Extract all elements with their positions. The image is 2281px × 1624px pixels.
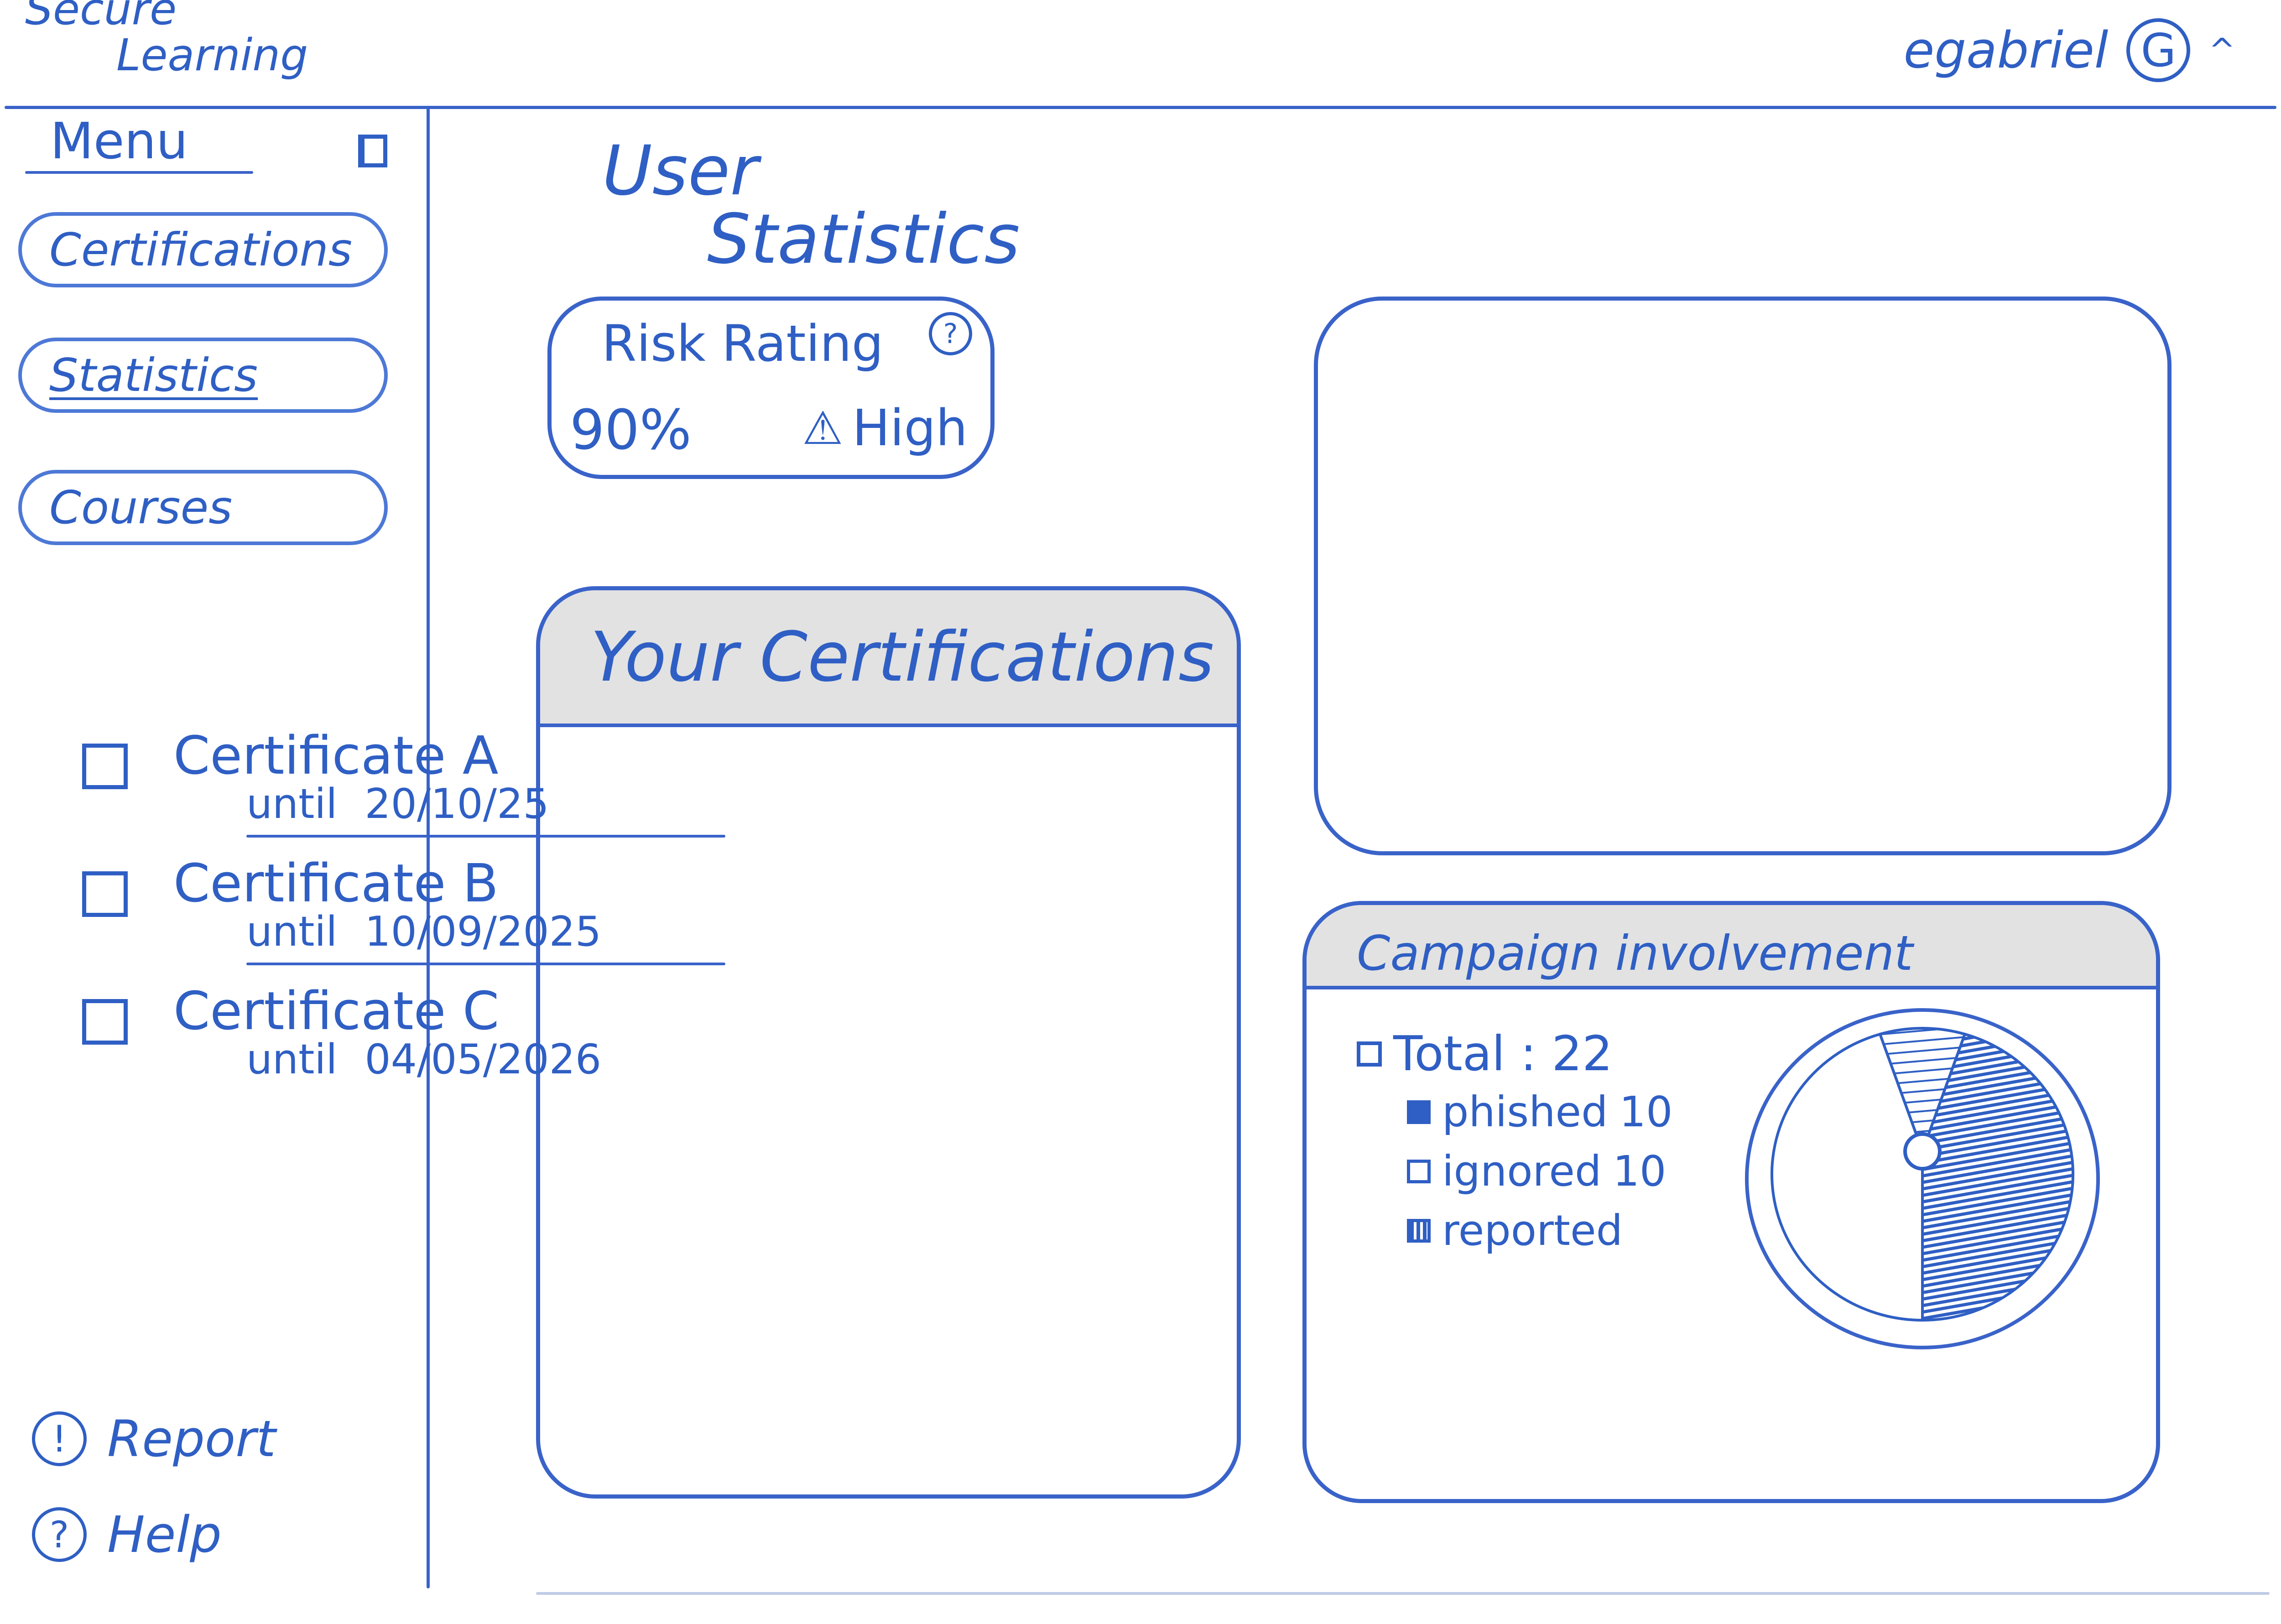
warning-icon: ⚠ bbox=[802, 401, 844, 455]
chevron-up-icon[interactable]: ^ bbox=[2208, 31, 2235, 69]
campaign-total: Total : 22 bbox=[1357, 1026, 1613, 1082]
page-title-line-2: Statistics bbox=[707, 200, 1020, 279]
risk-rating-value: 90% bbox=[570, 399, 692, 462]
help-icon[interactable]: ? bbox=[929, 312, 972, 355]
sidebar-item-label: Courses bbox=[49, 481, 233, 534]
help-label: Help bbox=[107, 1505, 222, 1564]
help-icon: ? bbox=[32, 1507, 87, 1562]
sidebar-item-courses[interactable]: Courses bbox=[18, 470, 388, 545]
sidebar-divider bbox=[427, 106, 430, 1588]
footer-divider bbox=[536, 1592, 2270, 1595]
certificate-date: 20/10/25 bbox=[365, 780, 549, 828]
legend-value: 10 bbox=[1613, 1147, 1666, 1196]
certifications-card-title: Your Certifications bbox=[590, 618, 1214, 697]
menu-collapse-icon[interactable] bbox=[358, 135, 387, 167]
certificate-checkbox[interactable] bbox=[82, 871, 128, 917]
certificate-validity: until 10/09/2025 bbox=[246, 908, 601, 956]
legend-item-ignored: ignored 10 bbox=[1407, 1147, 1666, 1196]
certificate-checkbox[interactable] bbox=[82, 744, 128, 789]
certificate-name: Certificate C bbox=[173, 981, 500, 1042]
pie-center bbox=[1903, 1132, 1942, 1171]
menu-title-underline bbox=[25, 171, 253, 174]
user-menu[interactable]: egabriel G ^ bbox=[1904, 18, 2235, 82]
certificate-validity: until 04/05/2026 bbox=[246, 1036, 601, 1083]
header-divider bbox=[5, 106, 2276, 109]
certificate-name: Certificate A bbox=[173, 725, 499, 786]
legend-label: phished bbox=[1442, 1088, 1608, 1136]
certificate-date: 04/05/2026 bbox=[365, 1036, 602, 1083]
legend-item-phished: phished 10 bbox=[1407, 1088, 1673, 1136]
until-label: until bbox=[246, 1036, 338, 1083]
legend-swatch bbox=[1407, 1100, 1431, 1124]
sidebar-item-label: Certifications bbox=[49, 223, 352, 276]
sidebar-item-statistics[interactable]: Statistics bbox=[18, 338, 388, 413]
certificate-divider bbox=[246, 835, 725, 838]
sidebar-item-certifications[interactable]: Certifications bbox=[18, 212, 388, 287]
legend-label: ignored bbox=[1442, 1147, 1602, 1196]
legend-label: reported bbox=[1442, 1206, 1623, 1255]
campaign-pie-chart bbox=[1745, 1008, 2100, 1349]
certificate-date: 10/09/2025 bbox=[365, 908, 602, 956]
campaign-involvement-card: Campaign involvement Total : 22 phished … bbox=[1302, 901, 2160, 1503]
page-title: User Statistics bbox=[602, 137, 1020, 274]
sidebar-item-label: Statistics bbox=[49, 349, 258, 402]
certifications-card: Your Certifications bbox=[536, 586, 1241, 1499]
campaign-total-label: Total : 22 bbox=[1393, 1026, 1613, 1082]
statistics-placeholder-card bbox=[1314, 297, 2172, 855]
certificate-divider bbox=[246, 963, 725, 965]
report-label: Report bbox=[107, 1410, 276, 1468]
certifications-card-header: Your Certifications bbox=[540, 590, 1237, 727]
risk-rating-card: Risk Rating ? 90% ⚠ High bbox=[547, 297, 995, 479]
report-link[interactable]: ! Report bbox=[32, 1410, 276, 1468]
certificate-item: Certificate B until 10/09/2025 bbox=[82, 853, 725, 965]
username: egabriel bbox=[1903, 21, 2109, 79]
brand-logo: Secure Learning bbox=[25, 0, 308, 78]
avatar[interactable]: G bbox=[2126, 18, 2191, 82]
risk-rating-title: Risk Rating bbox=[602, 314, 884, 373]
certificate-name: Certificate B bbox=[173, 853, 499, 914]
risk-level-label: High bbox=[852, 399, 968, 457]
certificate-validity: until 20/10/25 bbox=[246, 780, 549, 828]
campaign-card-title: Campaign involvement bbox=[1357, 926, 1913, 981]
legend-swatch bbox=[1407, 1159, 1431, 1183]
until-label: until bbox=[246, 908, 338, 956]
certificate-item: Certificate C until 04/05/2026 bbox=[82, 981, 630, 1090]
campaign-card-header: Campaign involvement bbox=[1307, 905, 2156, 989]
legend-item-reported: reported bbox=[1407, 1206, 1634, 1255]
legend-swatch bbox=[1407, 1218, 1431, 1243]
legend-value: 10 bbox=[1619, 1088, 1673, 1136]
certificate-item: Certificate A until 20/10/25 bbox=[82, 725, 725, 838]
brand-line-2: Learning bbox=[116, 29, 308, 81]
risk-level: ⚠ High bbox=[802, 399, 968, 457]
help-link[interactable]: ? Help bbox=[32, 1505, 222, 1564]
until-label: until bbox=[246, 780, 338, 828]
alert-icon: ! bbox=[32, 1411, 87, 1466]
certificate-checkbox[interactable] bbox=[82, 999, 128, 1045]
menu-title: Menu bbox=[50, 112, 188, 170]
page-title-line-1: User bbox=[602, 131, 758, 211]
total-checkbox[interactable] bbox=[1357, 1041, 1382, 1067]
